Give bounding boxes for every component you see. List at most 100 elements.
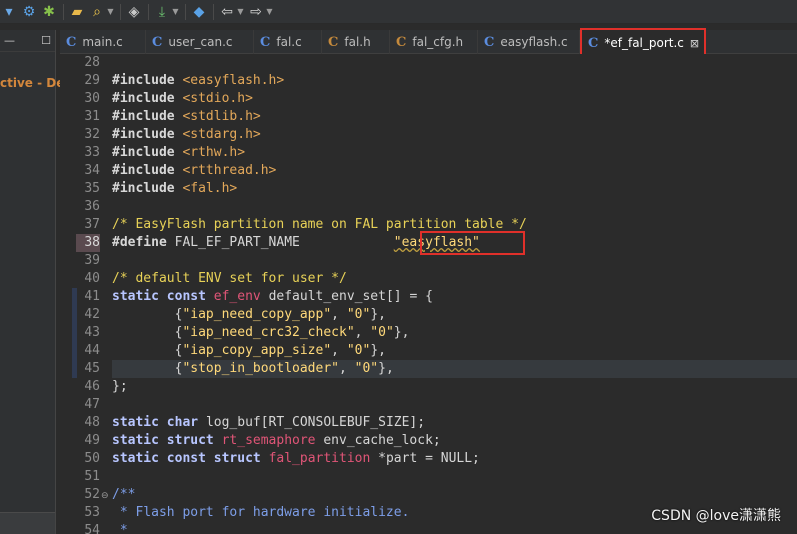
- code-line: static char log_buf[RT_CONSOLEBUF_SIZE];: [112, 415, 426, 430]
- code-line: static const struct fal_partition *part …: [112, 451, 480, 466]
- main-toolbar: ▾ ⚙ ✱ ▰ ⌕ ▼ ◈ ⤓ ▼ ◆ ⇦ ▼ ⇨ ▼: [0, 0, 797, 24]
- line-number: 28: [84, 55, 100, 70]
- line-number: 32: [84, 127, 100, 142]
- chevron-down-icon[interactable]: ▼: [265, 7, 274, 16]
- line-number: 41: [84, 289, 100, 304]
- line-number: 36: [84, 199, 100, 214]
- tab-label: *ef_fal_port.c: [604, 36, 684, 50]
- c-file-icon: C: [588, 35, 599, 51]
- toolbar-separator: [63, 3, 64, 20]
- code-line: #include <stdio.h>: [112, 91, 253, 106]
- maximize-icon[interactable]: ☐: [41, 34, 51, 47]
- annotation-box: [420, 231, 525, 255]
- code-line: static const ef_env default_env_set[] = …: [112, 289, 433, 304]
- line-number: 45: [84, 361, 100, 376]
- horizontal-scrollbar[interactable]: [0, 512, 55, 534]
- c-file-icon: C: [66, 34, 77, 50]
- chevron-down-icon[interactable]: ▼: [106, 7, 115, 16]
- layers-icon: ◈: [128, 3, 140, 20]
- line-number: 47: [84, 397, 100, 412]
- tab-fal-h[interactable]: C fal.h: [322, 30, 390, 54]
- forward-button[interactable]: ⇨ ▼: [247, 2, 274, 22]
- tab-user-can-c[interactable]: C user_can.c: [146, 30, 254, 54]
- c-file-icon: C: [484, 34, 495, 50]
- minimize-icon[interactable]: —: [4, 34, 15, 47]
- editor-tab-bar: C main.c C user_can.c C fal.c C fal.h C …: [60, 28, 797, 58]
- current-line-number: 38: [76, 234, 100, 252]
- new-folder-button[interactable]: ▰: [68, 2, 86, 22]
- line-number-gutter: 28 29 30 31 32 33 34 35 36 37 38 39 40 4…: [60, 54, 112, 534]
- tab-fal-cfg-h[interactable]: C fal_cfg.h: [390, 30, 478, 54]
- doc-comment: /**: [112, 487, 136, 502]
- line-number: 49: [84, 433, 100, 448]
- line-number: 46: [84, 379, 100, 394]
- stack-icon: ◆: [193, 3, 205, 20]
- tab-label: fal.c: [276, 35, 302, 49]
- search-icon: ⌕: [93, 3, 101, 20]
- line-number: 34: [84, 163, 100, 178]
- code-line: {"iap_need_crc32_check", "0"},: [112, 325, 410, 340]
- tab-easyflash-c[interactable]: C easyflash.c: [478, 30, 580, 54]
- line-number: 53: [84, 505, 100, 520]
- code-line: #include <stdlib.h>: [112, 109, 261, 124]
- project-explorer-panel: — ☐ ctive - De: [0, 30, 64, 534]
- back-button[interactable]: ⇦ ▼: [218, 2, 245, 22]
- line-number: 52: [84, 487, 100, 502]
- back-icon: ⇦: [221, 3, 233, 20]
- tab-fal-c[interactable]: C fal.c: [254, 30, 322, 54]
- tab-label: fal.h: [344, 35, 371, 49]
- line-number: 51: [84, 469, 100, 484]
- code-line: {"iap_copy_app_size", "0"},: [112, 343, 386, 358]
- toolbar-separator: [185, 3, 186, 20]
- fold-toggle-icon[interactable]: ⊖: [101, 491, 109, 501]
- tab-label: easyflash.c: [500, 35, 568, 49]
- code-line: {"iap_need_copy_app", "0"},: [112, 307, 386, 322]
- code-line: static struct rt_semaphore env_cache_loc…: [112, 433, 441, 448]
- stack-button[interactable]: ◆: [190, 2, 208, 22]
- line-number: 35: [84, 181, 100, 196]
- c-file-icon: C: [260, 34, 271, 50]
- code-line: #include <fal.h>: [112, 181, 238, 196]
- line-number: 40: [84, 271, 100, 286]
- line-number: 54: [84, 523, 100, 534]
- line-number: 43: [84, 325, 100, 340]
- line-number: 30: [84, 91, 100, 106]
- project-label[interactable]: ctive - De: [0, 76, 64, 90]
- h-file-icon: C: [396, 34, 407, 50]
- line-number: 31: [84, 109, 100, 124]
- code-line: #include <stdarg.h>: [112, 127, 261, 142]
- line-number: 48: [84, 415, 100, 430]
- h-file-icon: C: [328, 34, 339, 50]
- search-button[interactable]: ⌕ ▼: [88, 2, 115, 22]
- tab-main-c[interactable]: C main.c: [60, 30, 146, 54]
- download-button[interactable]: ⤓ ▼: [153, 2, 180, 22]
- download-icon: ⤓: [158, 3, 166, 20]
- close-tab-icon[interactable]: ⊠: [690, 37, 699, 50]
- tab-label: user_can.c: [168, 35, 233, 49]
- line-number: 33: [84, 145, 100, 160]
- code-editor[interactable]: 28 29 30 31 32 33 34 35 36 37 38 39 40 4…: [60, 54, 797, 534]
- line-number: 37: [84, 217, 100, 232]
- code-line: {"stop_in_bootloader", "0"},: [112, 361, 394, 376]
- chevron-down-icon[interactable]: ▼: [171, 7, 180, 16]
- settings-button[interactable]: ⚙: [20, 2, 38, 22]
- refresh-icon: ▾: [5, 3, 13, 20]
- layers-button[interactable]: ◈: [125, 2, 143, 22]
- toolbar-separator: [148, 3, 149, 20]
- line-number: 44: [84, 343, 100, 358]
- debug-button[interactable]: ✱: [40, 2, 58, 22]
- new-folder-icon: ▰: [71, 3, 83, 20]
- line-number: 42: [84, 307, 100, 322]
- c-file-icon: C: [152, 34, 163, 50]
- chevron-down-icon[interactable]: ▼: [236, 7, 245, 16]
- code-line: #include <rthw.h>: [112, 145, 246, 160]
- line-number: 50: [84, 451, 100, 466]
- toolbar-separator: [213, 3, 214, 20]
- code-comment: /* default ENV set for user */: [112, 271, 347, 286]
- line-number: 39: [84, 253, 100, 268]
- refresh-button[interactable]: ▾: [0, 2, 18, 22]
- code-line: };: [112, 379, 128, 394]
- forward-icon: ⇨: [250, 3, 262, 20]
- tab-label: fal_cfg.h: [412, 35, 464, 49]
- settings-icon: ⚙: [22, 3, 36, 20]
